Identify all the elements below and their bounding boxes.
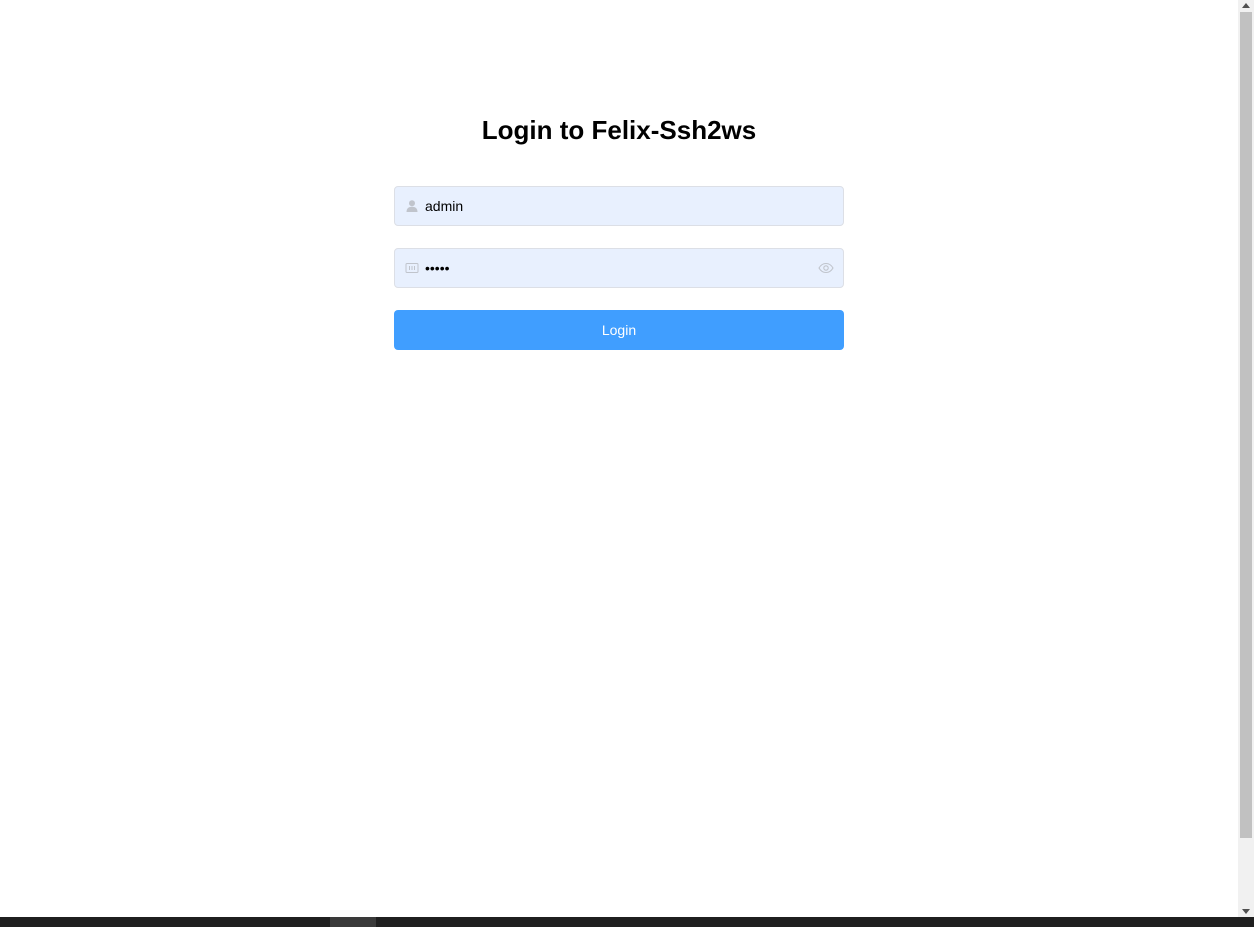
password-field[interactable]: ••••• bbox=[394, 248, 844, 288]
browser-page: Login to Felix-Ssh2ws admin ••••• Login bbox=[0, 0, 1254, 927]
username-input[interactable]: admin bbox=[425, 187, 463, 225]
os-taskbar bbox=[0, 917, 1254, 927]
user-icon bbox=[405, 199, 419, 213]
vertical-scrollbar[interactable] bbox=[1238, 0, 1254, 917]
page-title: Login to Felix-Ssh2ws bbox=[481, 115, 757, 145]
scroll-down-arrow-icon[interactable] bbox=[1242, 909, 1250, 914]
scrollbar-thumb[interactable] bbox=[1240, 12, 1252, 838]
password-input[interactable]: ••••• bbox=[425, 249, 450, 287]
scroll-up-arrow-icon[interactable] bbox=[1242, 3, 1250, 8]
eye-icon[interactable] bbox=[818, 261, 834, 275]
lock-icon bbox=[405, 261, 419, 275]
username-field[interactable]: admin bbox=[394, 186, 844, 226]
taskbar-active-item[interactable] bbox=[330, 917, 376, 927]
login-button[interactable]: Login bbox=[394, 310, 844, 350]
login-page: Login to Felix-Ssh2ws admin ••••• Login bbox=[0, 0, 1238, 917]
